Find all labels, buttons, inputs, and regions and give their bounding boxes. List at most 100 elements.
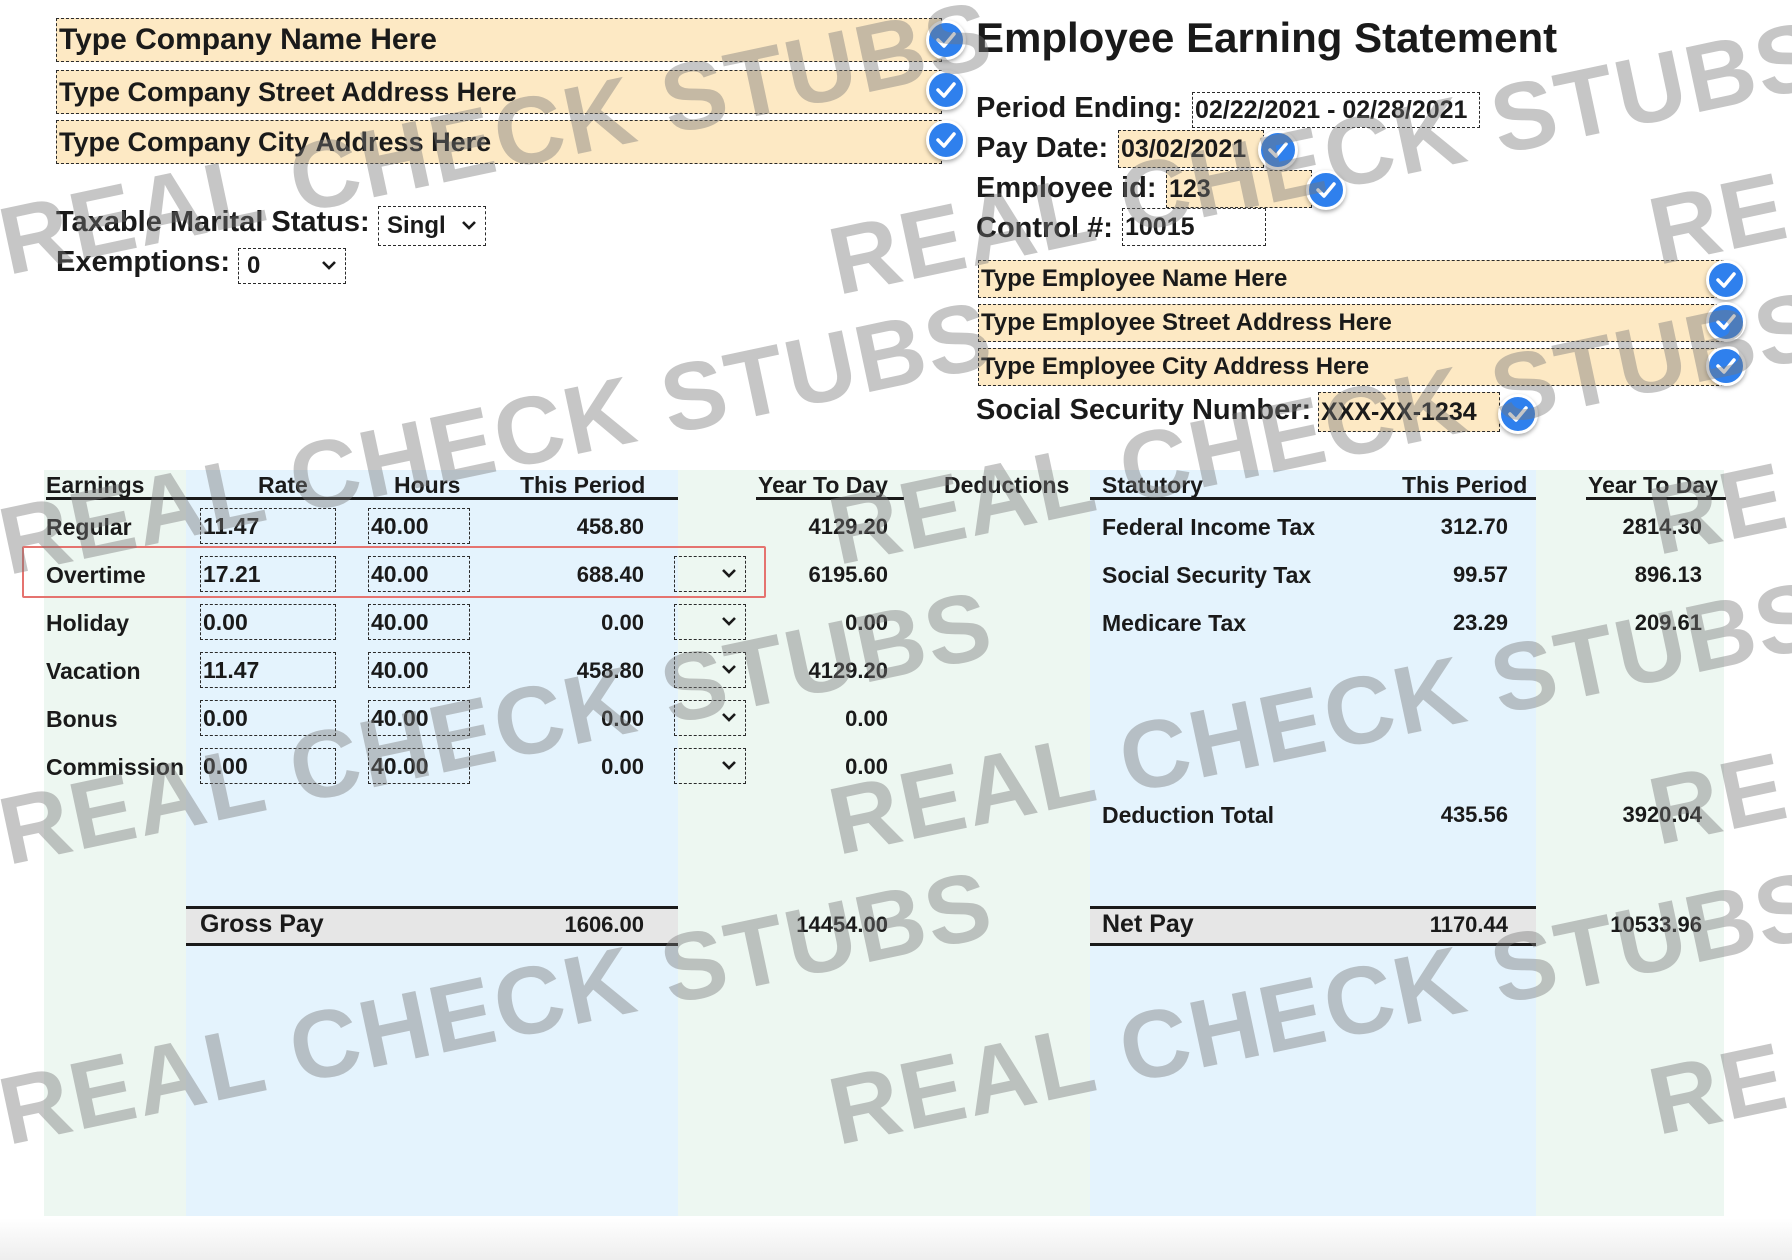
earning-ytd-value: 0.00 — [845, 706, 888, 731]
company-city-check-icon[interactable] — [926, 120, 966, 160]
rate-input[interactable]: 0.00 — [200, 604, 336, 640]
company-street-text: Type Company Street Address Here — [59, 76, 517, 107]
deduction-ytd-value: 209.61 — [1634, 610, 1702, 635]
chevron-down-icon — [722, 617, 736, 626]
watermark-text: REAL CHECK STUBS — [1640, 0, 1792, 286]
earning-option-select[interactable] — [674, 604, 746, 640]
rate-input[interactable]: 11.47 — [200, 508, 336, 544]
earning-ytd-value: 6195.60 — [808, 562, 888, 587]
pay-date-check-icon[interactable] — [1258, 130, 1298, 170]
deduction-period-header: This Period — [1402, 472, 1528, 498]
deduction-ytd-value: 896.13 — [1634, 562, 1702, 587]
overtime-row-highlight — [22, 546, 766, 598]
earning-period-value: 0.00 — [601, 706, 644, 731]
marital-status-label: Taxable Marital Status: — [56, 206, 370, 238]
company-street-field[interactable]: Type Company Street Address Here — [56, 70, 942, 114]
earning-label: Bonus — [46, 706, 118, 732]
exemptions-select[interactable]: 0 — [238, 248, 346, 284]
employee-city-field[interactable]: Type Employee City Address Here — [978, 348, 1724, 386]
deduction-header-rule — [1090, 497, 1536, 500]
earning-label: Vacation — [46, 658, 141, 684]
hours-input[interactable]: 40.00 — [368, 652, 470, 688]
employee-street-check-icon[interactable] — [1706, 302, 1746, 342]
company-city-field[interactable]: Type Company City Address Here — [56, 120, 942, 164]
hours-value: 40.00 — [371, 656, 429, 683]
earning-option-select[interactable] — [674, 700, 746, 736]
company-name-check-icon[interactable] — [926, 20, 966, 60]
deduction-total-label: Deduction Total — [1102, 802, 1275, 828]
pay-date-field[interactable]: 03/02/2021 — [1118, 130, 1264, 168]
this-period-header: This Period — [520, 472, 646, 498]
earning-label: Commission — [46, 754, 185, 780]
hours-input[interactable]: 40.00 — [368, 604, 470, 640]
earning-option-select[interactable] — [674, 652, 746, 688]
ssn-field[interactable]: XXX-XX-1234 — [1318, 392, 1500, 432]
earnings-ytd-header: Year To Day — [758, 472, 888, 498]
gross-pay-ytd: 14454.00 — [796, 912, 888, 937]
rate-input[interactable]: 0.00 — [200, 700, 336, 736]
statutory-header: Statutory — [1102, 472, 1203, 498]
hours-header: Hours — [394, 472, 461, 498]
ssn-label: Social Security Number: — [976, 394, 1312, 426]
employee-city-check-icon[interactable] — [1706, 346, 1746, 386]
chevron-down-icon — [462, 221, 476, 230]
earning-period-value: 0.00 — [601, 610, 644, 635]
chevron-down-icon — [322, 261, 336, 270]
deduction-label: Federal Income Tax — [1102, 514, 1316, 540]
employee-street-field[interactable]: Type Employee Street Address Here — [978, 304, 1724, 342]
net-pay-period: 1170.44 — [1429, 912, 1508, 937]
employee-street-text: Type Employee Street Address Here — [981, 309, 1392, 336]
deduction-label: Medicare Tax — [1102, 610, 1247, 636]
ssn-check-icon[interactable] — [1498, 394, 1538, 434]
employee-city-text: Type Employee City Address Here — [981, 353, 1370, 380]
control-value: 10015 — [1125, 212, 1195, 241]
company-street-check-icon[interactable] — [926, 70, 966, 110]
company-name-text: Type Company Name Here — [59, 23, 437, 56]
deduction-ytd-header: Year To Day — [1588, 472, 1718, 498]
earning-option-select[interactable] — [674, 748, 746, 784]
ssn-value: XXX-XX-1234 — [1321, 397, 1477, 426]
employee-name-check-icon[interactable] — [1706, 260, 1746, 300]
deduction-label: Social Security Tax — [1102, 562, 1312, 588]
earning-label: Regular — [46, 514, 132, 540]
rate-value: 11.47 — [203, 656, 260, 683]
deduction-ytd-value: 2814.30 — [1622, 514, 1702, 539]
hours-value: 40.00 — [371, 608, 429, 635]
deduction-ytd-header-rule — [1586, 497, 1726, 500]
chevron-down-icon — [722, 713, 736, 722]
control-field[interactable]: 10015 — [1122, 208, 1266, 246]
statement-title: Employee Earning Statement — [976, 14, 1558, 61]
deductions-header: Deductions — [944, 472, 1070, 498]
rate-value: 0.00 — [203, 752, 248, 779]
employee-id-check-icon[interactable] — [1306, 170, 1346, 210]
rate-input[interactable]: 11.47 — [200, 652, 336, 688]
deduction-total-period: 435.56 — [1440, 802, 1508, 827]
hours-input[interactable]: 40.00 — [368, 700, 470, 736]
earning-period-value: 0.00 — [601, 754, 644, 779]
gross-pay-label: Gross Pay — [200, 910, 324, 938]
period-ending-field[interactable]: 02/22/2021 - 02/28/2021 — [1192, 92, 1480, 128]
earning-period-value: 458.80 — [576, 658, 644, 683]
hours-input[interactable]: 40.00 — [368, 748, 470, 784]
deduction-period-value: 99.57 — [1452, 562, 1508, 587]
employee-id-value: 123 — [1169, 174, 1211, 203]
period-ending-label: Period Ending: — [976, 92, 1183, 124]
marital-status-select[interactable]: Singl — [378, 206, 486, 246]
rate-input[interactable]: 0.00 — [200, 748, 336, 784]
hours-value: 40.00 — [371, 512, 429, 539]
hours-input[interactable]: 40.00 — [368, 508, 470, 544]
employee-id-label: Employee id: — [976, 172, 1157, 204]
deduction-total-ytd: 3920.04 — [1622, 802, 1702, 827]
hours-value: 40.00 — [371, 704, 429, 731]
earning-ytd-value: 0.00 — [845, 754, 888, 779]
company-name-field[interactable]: Type Company Name Here — [56, 18, 942, 62]
earnings-ytd-header-rule — [756, 497, 904, 500]
chevron-down-icon — [722, 761, 736, 770]
company-city-text: Type Company City Address Here — [59, 126, 492, 157]
earning-period-value: 458.80 — [576, 514, 644, 539]
pay-date-value: 03/02/2021 — [1121, 134, 1247, 163]
period-ending-value: 02/22/2021 - 02/28/2021 — [1195, 95, 1468, 124]
employee-id-field[interactable]: 123 — [1166, 170, 1312, 208]
employee-name-field[interactable]: Type Employee Name Here — [978, 260, 1724, 298]
rate-value: 0.00 — [203, 608, 248, 635]
